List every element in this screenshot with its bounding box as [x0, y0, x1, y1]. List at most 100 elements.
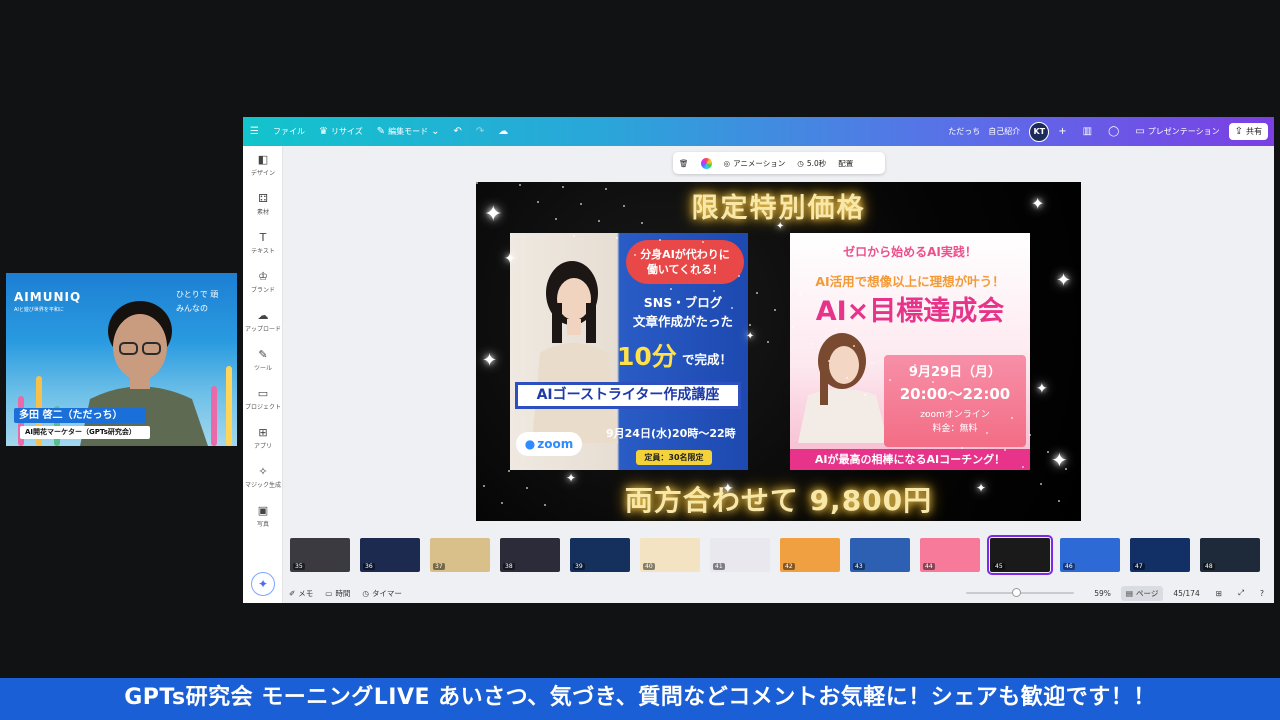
page-thumbnail[interactable]: 46 — [1060, 538, 1120, 572]
animation-icon: ◎ — [723, 158, 731, 168]
position-label: 配置 — [838, 158, 854, 168]
sidebar-item-elements[interactable]: ⚃ 素材 — [243, 185, 283, 224]
sidebar-item-label: マジック生成 — [244, 482, 281, 489]
star-dot — [713, 290, 715, 292]
doc-title-label: ただっち 自己紹介 — [948, 127, 1021, 136]
star-dot — [580, 203, 582, 205]
star-dot — [828, 360, 830, 362]
sidebar-item-projects[interactable]: ▭ プロジェクト — [243, 380, 283, 419]
present-button[interactable]: ▭ プレゼンテーション — [1128, 117, 1226, 146]
sidebar-item-design[interactable]: ◧ デザイン — [243, 146, 283, 185]
page-number: 39 — [573, 563, 585, 570]
sparkle-decoration: ✦ — [566, 471, 577, 485]
sidebar-item-magic-media[interactable]: ✧ マジック生成 — [243, 458, 283, 497]
page-thumbnail[interactable]: 44 — [920, 538, 980, 572]
help-button[interactable]: ? — [1254, 589, 1270, 598]
save-status-button[interactable]: ☁ — [491, 117, 515, 146]
zoom-slider[interactable] — [966, 588, 1074, 597]
page-number: 42 — [783, 563, 795, 570]
star-dot — [846, 377, 848, 379]
background-color-button[interactable] — [695, 152, 718, 174]
doc-title[interactable]: ただっち 自己紹介 — [941, 117, 1027, 146]
star-dot — [835, 328, 837, 330]
page-thumbnail[interactable]: 47 — [1130, 538, 1190, 572]
sidebar-item-apps[interactable]: ⊞ アプリ — [243, 419, 283, 458]
color-wheel-icon — [700, 157, 712, 169]
star-dot — [799, 294, 801, 296]
magic-assistant-button[interactable]: ✦ — [251, 572, 275, 596]
undo-button[interactable]: ↶ — [446, 117, 468, 146]
page-number: 35 — [293, 563, 305, 570]
page-thumbnail[interactable]: 35 — [290, 538, 350, 572]
star-dot — [1058, 500, 1060, 502]
time-button[interactable]: ▭ 時間 — [319, 588, 356, 599]
share-button[interactable]: ⇪ 共有 — [1228, 123, 1268, 140]
present-icon: ▭ — [1135, 125, 1145, 137]
sidebar-item-photos[interactable]: ▣ 写真 — [243, 497, 283, 536]
grid-view-button[interactable]: ⊞ — [1210, 589, 1228, 598]
sidebar-item-upload[interactable]: ☁ アップロード — [243, 302, 283, 341]
page-thumbnail[interactable]: 36 — [360, 538, 420, 572]
zoom-level-label: 59% — [1094, 588, 1111, 598]
zoom-level[interactable]: 59% — [1088, 589, 1117, 598]
page-counter: 45/174 — [1167, 589, 1205, 598]
avatar[interactable]: KT — [1029, 121, 1050, 142]
photos-icon: ▣ — [257, 504, 269, 517]
pages-button[interactable]: ▤ ページ — [1120, 585, 1164, 601]
star-dot — [950, 398, 952, 400]
sparkle-decoration: ✦ — [1056, 270, 1072, 291]
page-thumbnail[interactable]: 40 — [640, 538, 700, 572]
star-dot — [677, 256, 679, 258]
page-number: 47 — [1133, 563, 1145, 570]
sparkle-decoration: ✦ — [1051, 448, 1068, 472]
sidebar-item-label: 素材 — [256, 209, 269, 216]
duration-button[interactable]: ◷ 5.0秒 — [791, 152, 832, 174]
timer-button[interactable]: ◷ タイマー — [356, 588, 408, 599]
page-thumbnail[interactable]: 43 — [850, 538, 910, 572]
comments-button[interactable]: ◯ — [1101, 117, 1126, 146]
undo-icon: ↶ — [453, 125, 462, 137]
redo-icon: ↷ — [475, 125, 485, 137]
headline-line-2: 文章作成がたった — [632, 314, 733, 329]
star-dot — [695, 273, 697, 275]
presenter-role-plate: AI開花マーケター（GPTs研究会） — [20, 426, 150, 439]
page-thumbnail[interactable]: 39 — [570, 538, 630, 572]
page-thumbnail[interactable]: 42 — [780, 538, 840, 572]
sidebar-item-brand[interactable]: ♔ ブランド — [243, 263, 283, 302]
animation-button[interactable]: ◎ アニメーション — [718, 152, 792, 174]
event-tagline: AI活用で想像以上に理想が叶う！ — [815, 274, 1005, 289]
page-number: 37 — [433, 563, 445, 570]
star-dot — [925, 413, 927, 415]
zoom-slider-knob[interactable] — [1012, 588, 1021, 597]
top-toolbar-right: ただっち 自己紹介 KT + ▥ ◯ ▭ プレゼンテーション ⇪ 共有 — [941, 117, 1268, 146]
page-thumbnail[interactable]: 37 — [430, 538, 490, 572]
text-icon: T — [259, 231, 267, 244]
resize-icon: ♛ — [318, 125, 328, 137]
slide-canvas[interactable]: 限定特別価格 分身AIが代わりに 働いてくれる！ SNS・ブログ 文章作成がたっ… — [476, 182, 1081, 521]
edit-mode-dropdown[interactable]: ✎ 編集モード ⌄ — [370, 117, 447, 146]
delete-button[interactable]: 🗑 — [673, 152, 695, 174]
background-palm-decoration — [226, 366, 232, 446]
redo-button[interactable]: ↷ — [469, 117, 491, 146]
star-dot — [1022, 466, 1024, 468]
file-menu[interactable]: ファイル — [266, 117, 312, 146]
tools-icon: ✎ — [258, 348, 268, 361]
event-footer-bar: AIが最高の相棒になるAIコーチング！ — [790, 449, 1030, 470]
resize-button[interactable]: ♛ リサイズ — [312, 117, 370, 146]
page-thumbnail[interactable]: 38 — [500, 538, 560, 572]
insights-button[interactable]: ▥ — [1076, 117, 1099, 146]
sidebar-item-tools[interactable]: ✎ ツール — [243, 341, 283, 380]
add-collaborator-button[interactable]: + — [1051, 117, 1073, 146]
fullscreen-button[interactable]: ⤢ — [1232, 588, 1250, 598]
page-thumbnail[interactable]: 45 — [987, 535, 1053, 575]
capacity-badge: 定員：30名限定 — [636, 450, 712, 465]
sparkle-decoration: ✦ — [1036, 381, 1048, 397]
sidebar-item-text[interactable]: T テキスト — [243, 224, 283, 263]
page-thumbnail[interactable]: 48 — [1200, 538, 1260, 572]
notes-button[interactable]: ✐ メモ — [283, 588, 319, 599]
event-subtitle: ゼロから始めるAI実践！ — [843, 245, 977, 259]
menu-button[interactable]: ☰ — [243, 117, 266, 146]
star-dot — [889, 379, 891, 381]
position-button[interactable]: 配置 — [832, 152, 859, 174]
page-thumbnail[interactable]: 41 — [710, 538, 770, 572]
